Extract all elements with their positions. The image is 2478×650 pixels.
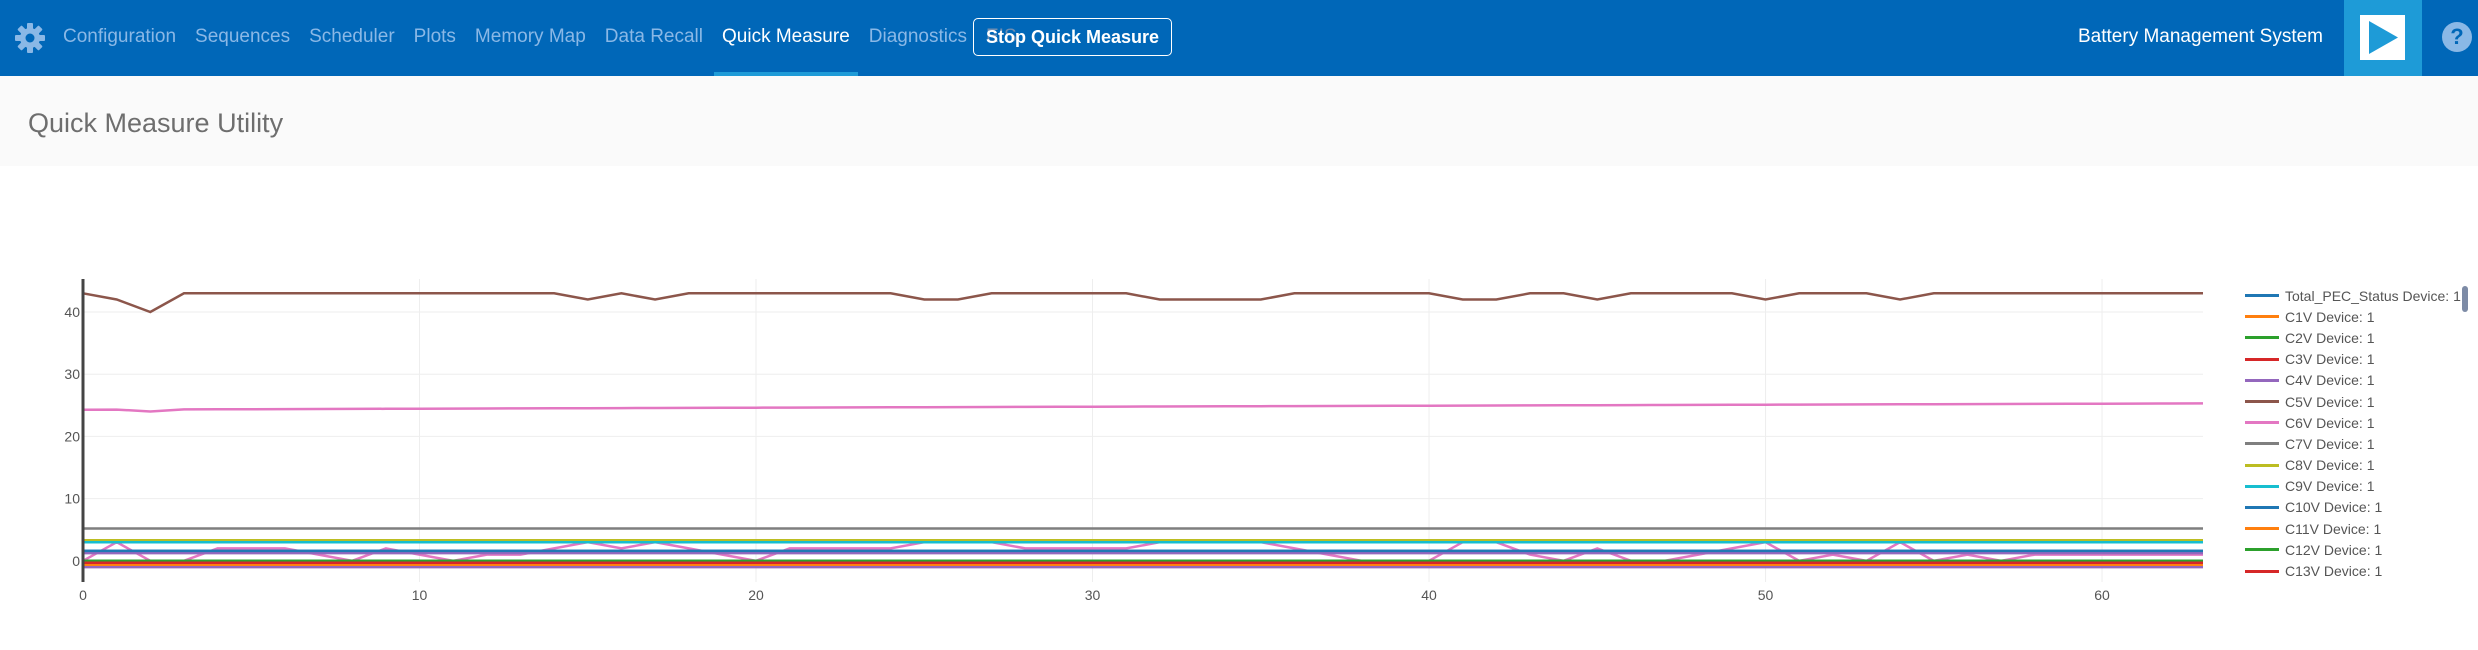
series-line-c5v-device-1 [82,292,2203,314]
y-tick-label: 40 [64,304,80,320]
legend-scrollbar[interactable] [2462,286,2468,312]
legend-label: C1V Device: 1 [2285,308,2375,325]
legend-item[interactable]: C7V Device: 1 [2245,433,2475,454]
legend-item[interactable]: C12V Device: 1 [2245,539,2475,560]
y-tick-label: 20 [64,428,80,444]
legend-item[interactable]: C5V Device: 1 [2245,391,2475,412]
legend-swatch [2245,442,2279,446]
page-title: Quick Measure Utility [28,108,284,138]
app-title: Battery Management System [2078,26,2323,47]
legend-swatch [2245,527,2279,531]
legend-label: C11V Device: 1 [2285,520,2382,537]
x-tick-label: 30 [1085,587,1101,603]
legend-swatch [2245,548,2279,552]
nav-plots[interactable]: Plots [414,0,456,76]
legend-swatch [2245,315,2279,319]
x-tick-label: 20 [748,587,764,603]
chart-legend: Total_PEC_Status Device: 1 C1V Device: 1 C… [2245,285,2475,585]
legend-swatch [2245,336,2279,340]
help-icon[interactable]: ? [2442,22,2472,52]
legend-item[interactable]: C13V Device: 1 [2245,560,2475,581]
legend-item[interactable]: C2V Device: 1 [2245,327,2475,348]
legend-item[interactable]: C11V Device: 1 [2245,518,2475,539]
legend-label: C2V Device: 1 [2285,329,2375,346]
quick-measure-chart: 0 10 20 30 40 50 60 0 10 20 30 40 [64,279,2204,603]
legend-item[interactable]: C6V Device: 1 [2245,412,2475,433]
y-tick-label: 30 [64,366,80,382]
legend-label: C12V Device: 1 [2285,541,2383,558]
x-tick-label: 60 [2094,587,2110,603]
legend-item[interactable]: C9V Device: 1 [2245,476,2475,497]
run-button[interactable] [2344,0,2422,76]
legend-swatch [2245,505,2279,509]
nav-configuration[interactable]: Configuration [63,0,176,76]
legend-swatch [2245,400,2279,404]
play-icon [2369,21,2398,54]
nav-sequences[interactable]: Sequences [195,0,290,76]
legend-item[interactable]: C4V Device: 1 [2245,370,2475,391]
legend-swatch [2245,421,2279,425]
y-tick-label: 10 [64,491,80,507]
legend-label: C6V Device: 1 [2285,414,2375,431]
stop-quick-measure-button[interactable]: Stop Quick Measure [973,18,1172,56]
nav-scheduler[interactable]: Scheduler [309,0,395,76]
legend-item[interactable]: C3V Device: 1 [2245,349,2475,370]
legend-label: C5V Device: 1 [2285,393,2375,410]
nav-memory-map[interactable]: Memory Map [475,0,586,76]
legend-label: C3V Device: 1 [2285,351,2375,368]
legend-label: C8V Device: 1 [2285,457,2375,474]
legend-swatch [2245,463,2279,467]
top-nav-bar: Configuration Sequences Scheduler Plots … [0,0,2478,76]
legend-item[interactable]: C1V Device: 1 [2245,306,2475,327]
legend-label: Total_PEC_Status Device: 1 [2285,287,2461,304]
gear-icon[interactable] [14,22,46,54]
legend-swatch [2245,484,2279,488]
series-line-c6v-device-1 [82,402,2204,413]
main-nav: Configuration Sequences Scheduler Plots … [63,0,1036,76]
x-tick-label: 0 [79,587,87,603]
x-tick-label: 40 [1421,587,1437,603]
legend-label: C4V Device: 1 [2285,372,2375,389]
nav-data-recall[interactable]: Data Recall [605,0,703,76]
y-tick-label: 0 [72,553,80,569]
x-tick-label: 10 [412,587,428,603]
legend-label: C9V Device: 1 [2285,478,2375,495]
legend-item[interactable]: C10V Device: 1 [2245,497,2475,518]
legend-label: C13V Device: 1 [2285,563,2383,580]
legend-item[interactable]: Total_PEC_Status Device: 1 [2245,285,2475,306]
legend-item[interactable]: C8V Device: 1 [2245,455,2475,476]
x-tick-label: 50 [1758,587,1774,603]
legend-swatch [2245,357,2279,361]
legend-swatch [2245,569,2279,573]
nav-quick-measure[interactable]: Quick Measure [714,0,858,76]
legend-swatch [2245,378,2279,382]
play-icon-box [2360,15,2405,60]
legend-label: C7V Device: 1 [2285,435,2375,452]
legend-label: C10V Device: 1 [2285,499,2383,516]
page-header [0,76,2478,166]
legend-swatch [2245,294,2279,298]
nav-diagnostics[interactable]: Diagnostics [869,0,967,76]
